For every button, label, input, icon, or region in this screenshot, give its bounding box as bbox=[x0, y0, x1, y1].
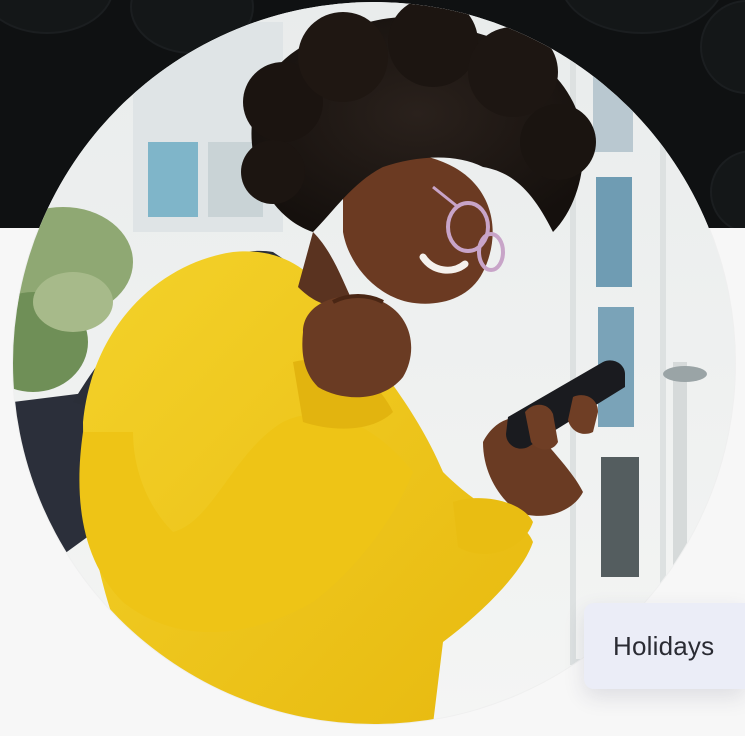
decorative-circle bbox=[700, 0, 745, 94]
decorative-circle bbox=[0, 0, 114, 34]
holidays-tag[interactable]: Holidays bbox=[584, 603, 745, 689]
decorative-circle bbox=[560, 0, 724, 34]
decorative-circle bbox=[710, 150, 745, 228]
holidays-tag-label: Holidays bbox=[613, 630, 715, 661]
hero-section: Holidays bbox=[0, 0, 745, 736]
